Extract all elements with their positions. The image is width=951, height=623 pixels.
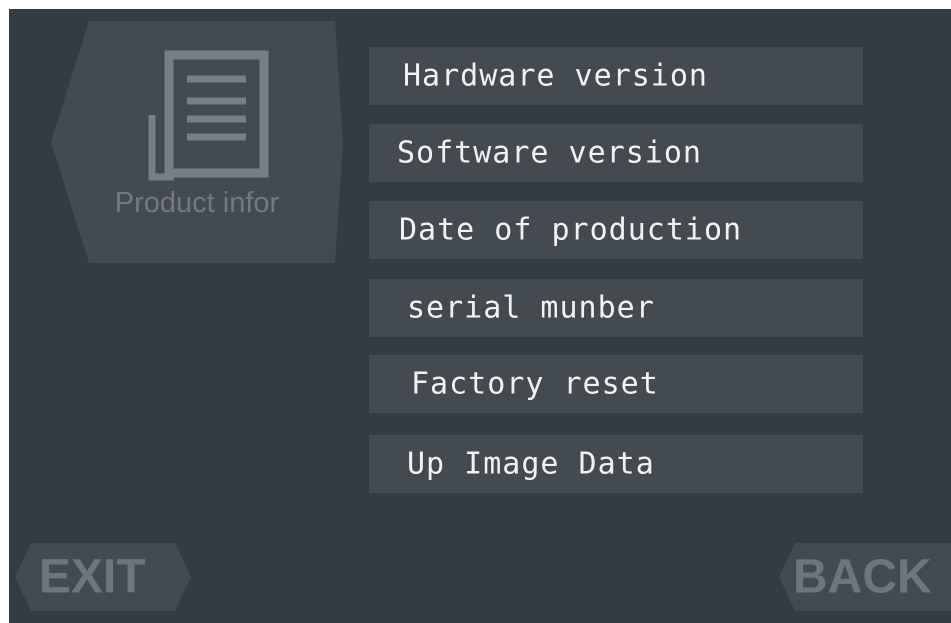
exit-button[interactable]: EXIT [15, 543, 191, 611]
up-image-data-label: Up Image Data [407, 446, 655, 482]
date-of-production-label: Date of production [399, 212, 743, 248]
software-version-button[interactable]: Software version [369, 124, 863, 182]
hardware-version-button[interactable]: Hardware version [369, 47, 863, 105]
up-image-data-button[interactable]: Up Image Data [369, 435, 863, 493]
factory-reset-label: Factory reset [411, 366, 659, 402]
exit-label: EXIT [39, 550, 146, 604]
document-icon [148, 50, 269, 181]
screen: Product infor Hardware version Software … [9, 9, 951, 623]
serial-number-button[interactable]: serial munber [369, 279, 863, 337]
factory-reset-button[interactable]: Factory reset [369, 355, 863, 413]
hardware-version-label: Hardware version [403, 58, 708, 94]
product-info-label: Product infor [114, 187, 280, 219]
software-version-label: Software version [397, 135, 702, 171]
date-of-production-button[interactable]: Date of production [369, 201, 863, 259]
back-label: BACK [793, 550, 932, 604]
product-info-tile[interactable]: Product infor [51, 21, 343, 263]
back-button[interactable]: BACK [779, 543, 951, 611]
serial-number-label: serial munber [407, 290, 655, 326]
